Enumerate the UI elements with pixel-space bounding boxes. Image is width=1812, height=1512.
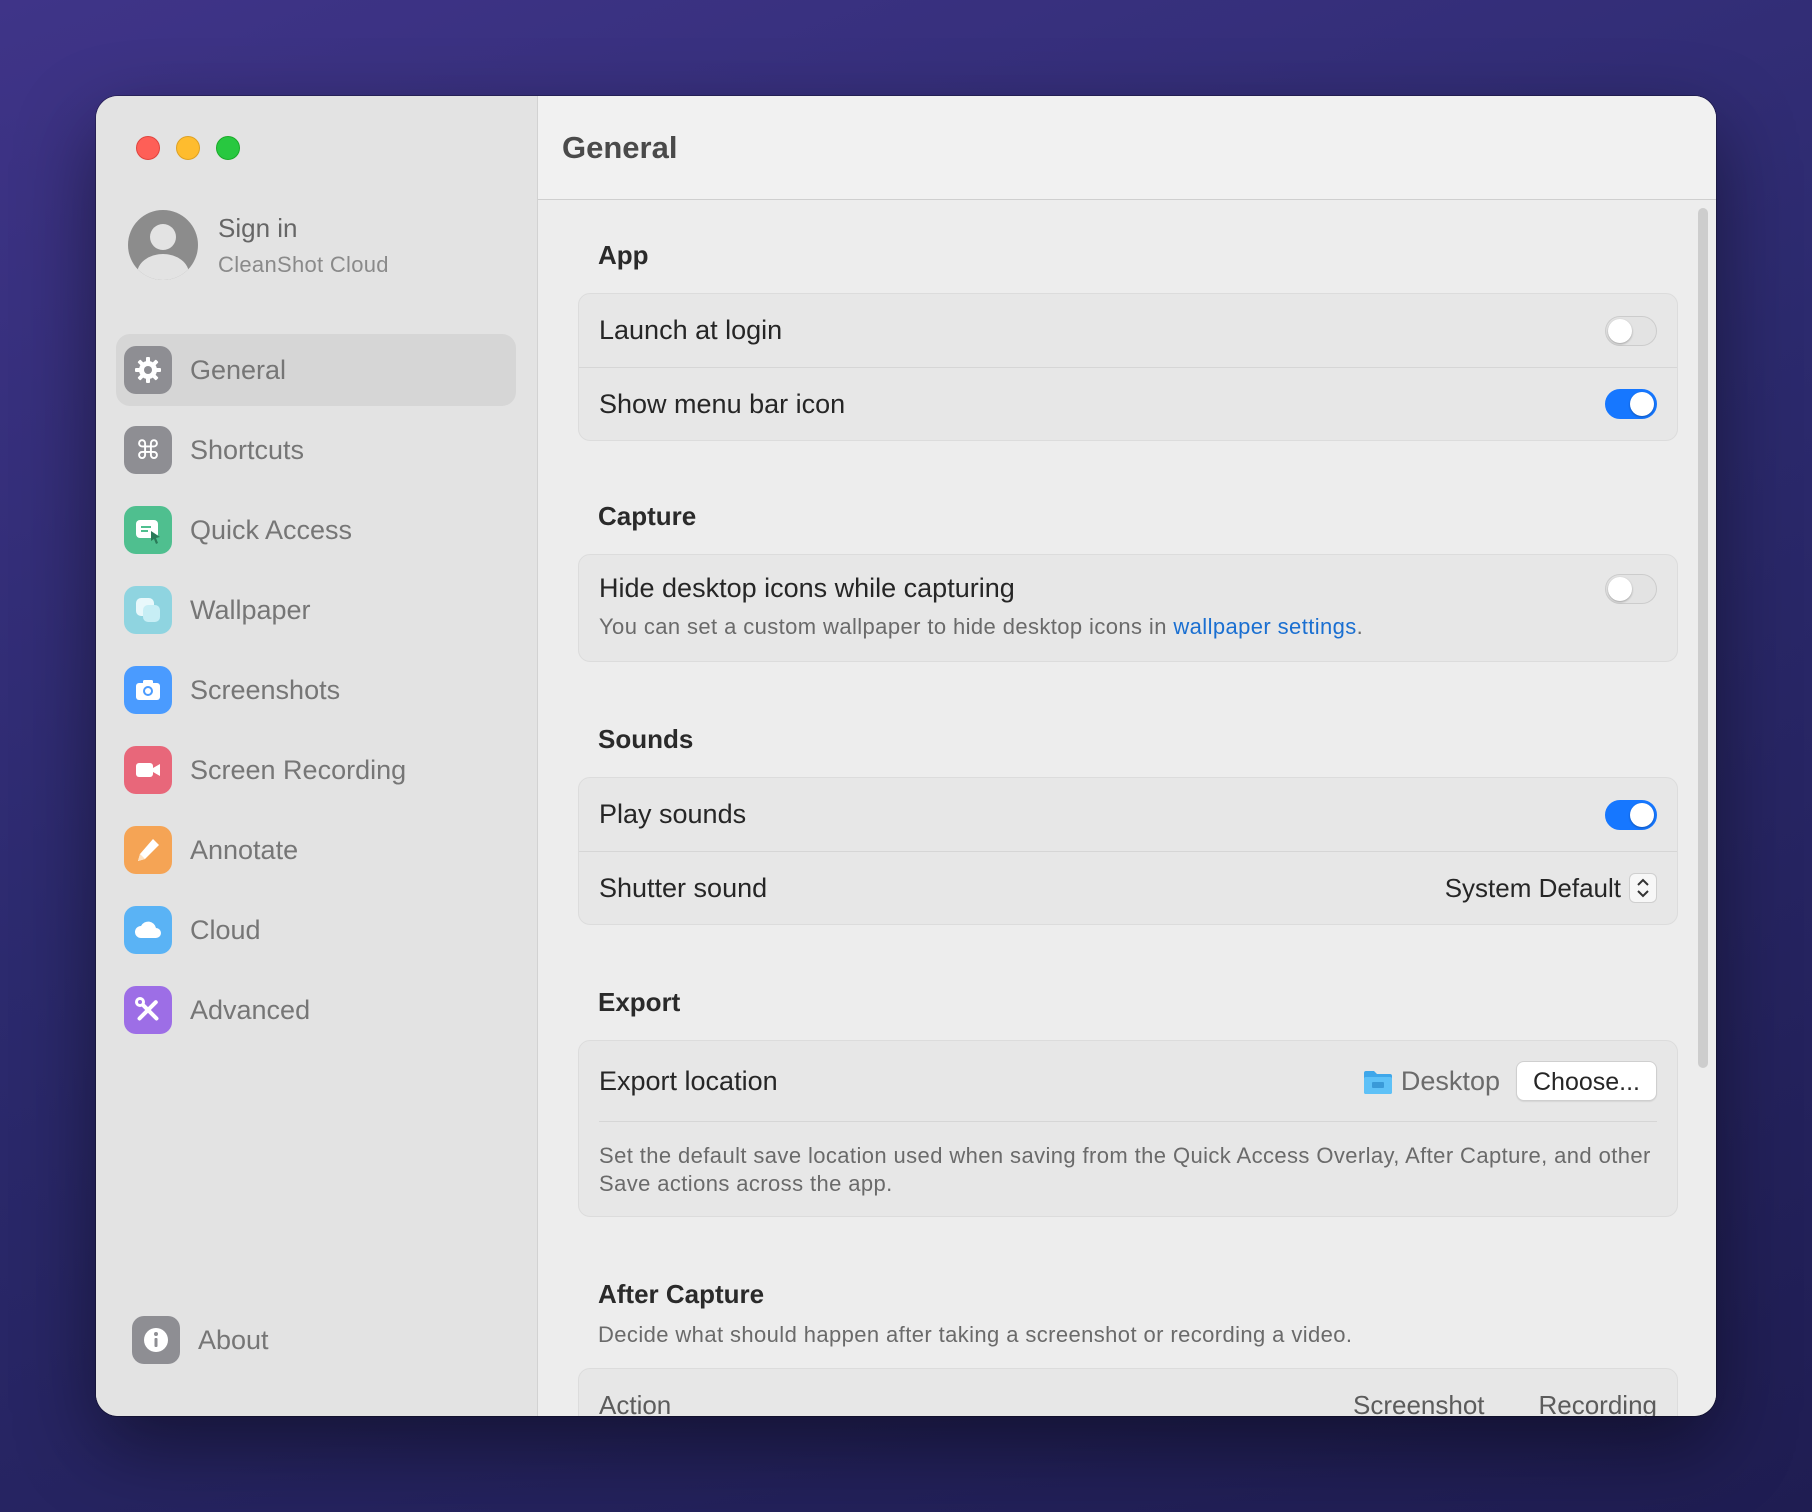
section-title: Capture: [598, 501, 697, 531]
sidebar-item-label: Annotate: [190, 834, 299, 865]
sidebar-item-label: Wallpaper: [190, 594, 311, 625]
page-title: General: [562, 129, 678, 165]
show-menu-bar-icon-row: Show menu bar icon: [579, 367, 1677, 440]
sidebar-item-label: General: [190, 354, 287, 385]
row-label: Launch at login: [599, 315, 783, 345]
camera-icon: [124, 666, 172, 714]
play-sounds-row: Play sounds: [579, 778, 1677, 851]
hide-desktop-icons-row: Hide desktop icons while capturing You c…: [579, 555, 1677, 661]
main-pane: General App Launch at login Show menu ba…: [538, 96, 1716, 1416]
minimize-window-button[interactable]: [176, 136, 200, 160]
folder-name: Desktop: [1400, 1065, 1500, 1096]
launch-at-login-row: Launch at login: [579, 294, 1677, 367]
section-app: App Launch at login Show menu bar icon: [578, 240, 1678, 441]
close-window-button[interactable]: [136, 136, 160, 160]
sidebar-item-screenshots[interactable]: Screenshots: [116, 654, 516, 726]
sidebar-item-screen-recording[interactable]: Screen Recording: [116, 734, 516, 806]
column-header-screenshot: Screenshot: [1353, 1389, 1485, 1417]
settings-group: Play sounds Shutter sound System Default: [578, 777, 1678, 925]
cloud-icon: [124, 906, 172, 954]
sidebar-item-general[interactable]: General: [116, 334, 516, 406]
hide-desktop-icons-toggle[interactable]: [1605, 573, 1657, 604]
export-location-row: Export location Desktop Choose...: [579, 1041, 1677, 1121]
traffic-lights: [136, 136, 240, 160]
sidebar-item-label: About: [198, 1324, 269, 1355]
row-label: Show menu bar icon: [599, 388, 846, 419]
play-sounds-toggle[interactable]: [1605, 799, 1657, 830]
section-after-capture: After Capture Decide what should happen …: [578, 1279, 1678, 1416]
account-sign-in[interactable]: Sign in CleanShot Cloud: [128, 210, 389, 280]
section-subtitle: Decide what should happen after taking a…: [598, 1322, 1353, 1347]
section-export: Export Export location Desktop Choose...: [578, 987, 1678, 1217]
settings-group: Export location Desktop Choose... Set th…: [578, 1040, 1678, 1217]
wallpaper-settings-link[interactable]: wallpaper settings: [1173, 614, 1356, 639]
folder-icon: [1363, 1069, 1393, 1094]
info-icon: [132, 1316, 180, 1364]
row-label: Shutter sound: [599, 872, 768, 903]
pencil-icon: [124, 826, 172, 874]
launch-at-login-toggle[interactable]: [1605, 315, 1657, 346]
table-header: Action Screenshot Recording: [579, 1369, 1677, 1417]
after-capture-table: Action Screenshot Recording: [578, 1368, 1678, 1416]
hint-text: You can set a custom wallpaper to hide d…: [599, 614, 1174, 639]
command-icon: ⌘: [124, 426, 172, 474]
column-header-action: Action: [599, 1389, 672, 1417]
shutter-sound-select[interactable]: System Default: [1445, 873, 1657, 904]
wrench-screwdriver-icon: [124, 986, 172, 1034]
video-camera-icon: [124, 746, 172, 794]
account-title: Sign in: [218, 212, 298, 243]
column-header-recording: Recording: [1538, 1389, 1657, 1417]
select-value: System Default: [1444, 872, 1621, 903]
section-title: Sounds: [598, 724, 694, 754]
account-subtitle: CleanShot Cloud: [218, 251, 389, 277]
shutter-sound-row: Shutter sound System Default: [579, 851, 1677, 924]
sidebar-item-shortcuts[interactable]: ⌘ Shortcuts: [116, 414, 516, 486]
section-title: App: [598, 240, 649, 270]
row-label: Export location: [599, 1065, 778, 1096]
gear-icon: [124, 346, 172, 394]
sidebar-item-label: Cloud: [190, 914, 261, 945]
row-label: Play sounds: [599, 799, 747, 829]
scrollbar[interactable]: [1698, 208, 1708, 1068]
sidebar-item-annotate[interactable]: Annotate: [116, 814, 516, 886]
export-hint: Set the default save location used when …: [599, 1143, 1651, 1196]
section-title: After Capture: [598, 1279, 765, 1309]
sidebar-item-label: Advanced: [190, 994, 311, 1025]
settings-group: Launch at login Show menu bar icon: [578, 293, 1678, 441]
sidebar-item-advanced[interactable]: Advanced: [116, 974, 516, 1046]
sidebar-item-label: Quick Access: [190, 514, 353, 545]
export-location-controls: Desktop Choose...: [1363, 1061, 1657, 1101]
chevron-up-down-icon: [1629, 873, 1657, 903]
wallpaper-icon: [124, 586, 172, 634]
person-icon: [128, 210, 198, 280]
titlebar: General: [538, 96, 1716, 200]
export-folder: Desktop: [1363, 1066, 1500, 1097]
quick-access-icon: [124, 506, 172, 554]
zoom-window-button[interactable]: [216, 136, 240, 160]
row-label: Hide desktop icons while capturing: [599, 573, 1015, 603]
sidebar-item-cloud[interactable]: Cloud: [116, 894, 516, 966]
sidebar-nav: General ⌘ Shortcuts Quick Access Wallpap…: [116, 334, 516, 1054]
settings-group: Hide desktop icons while capturing You c…: [578, 554, 1678, 662]
settings-content: App Launch at login Show menu bar icon C…: [578, 200, 1678, 1416]
sidebar-item-wallpaper[interactable]: Wallpaper: [116, 574, 516, 646]
sidebar-item-quick-access[interactable]: Quick Access: [116, 494, 516, 566]
sidebar-item-label: Screen Recording: [190, 754, 407, 785]
show-menu-bar-icon-toggle[interactable]: [1605, 389, 1657, 419]
section-capture: Capture Hide desktop icons while capturi…: [578, 501, 1678, 662]
sidebar-item-label: Shortcuts: [190, 434, 305, 465]
sidebar: Sign in CleanShot Cloud General ⌘ Shortc…: [96, 96, 538, 1416]
capture-hint: You can set a custom wallpaper to hide d…: [599, 614, 1363, 640]
sidebar-item-label: Screenshots: [190, 674, 341, 705]
section-title: Export: [598, 987, 681, 1017]
settings-window: Sign in CleanShot Cloud General ⌘ Shortc…: [96, 96, 1716, 1416]
hint-text: .: [1356, 614, 1364, 639]
choose-folder-button[interactable]: Choose...: [1515, 1061, 1657, 1101]
section-sounds: Sounds Play sounds Shutter sound System …: [578, 724, 1678, 925]
sidebar-item-about[interactable]: About: [124, 1304, 269, 1376]
